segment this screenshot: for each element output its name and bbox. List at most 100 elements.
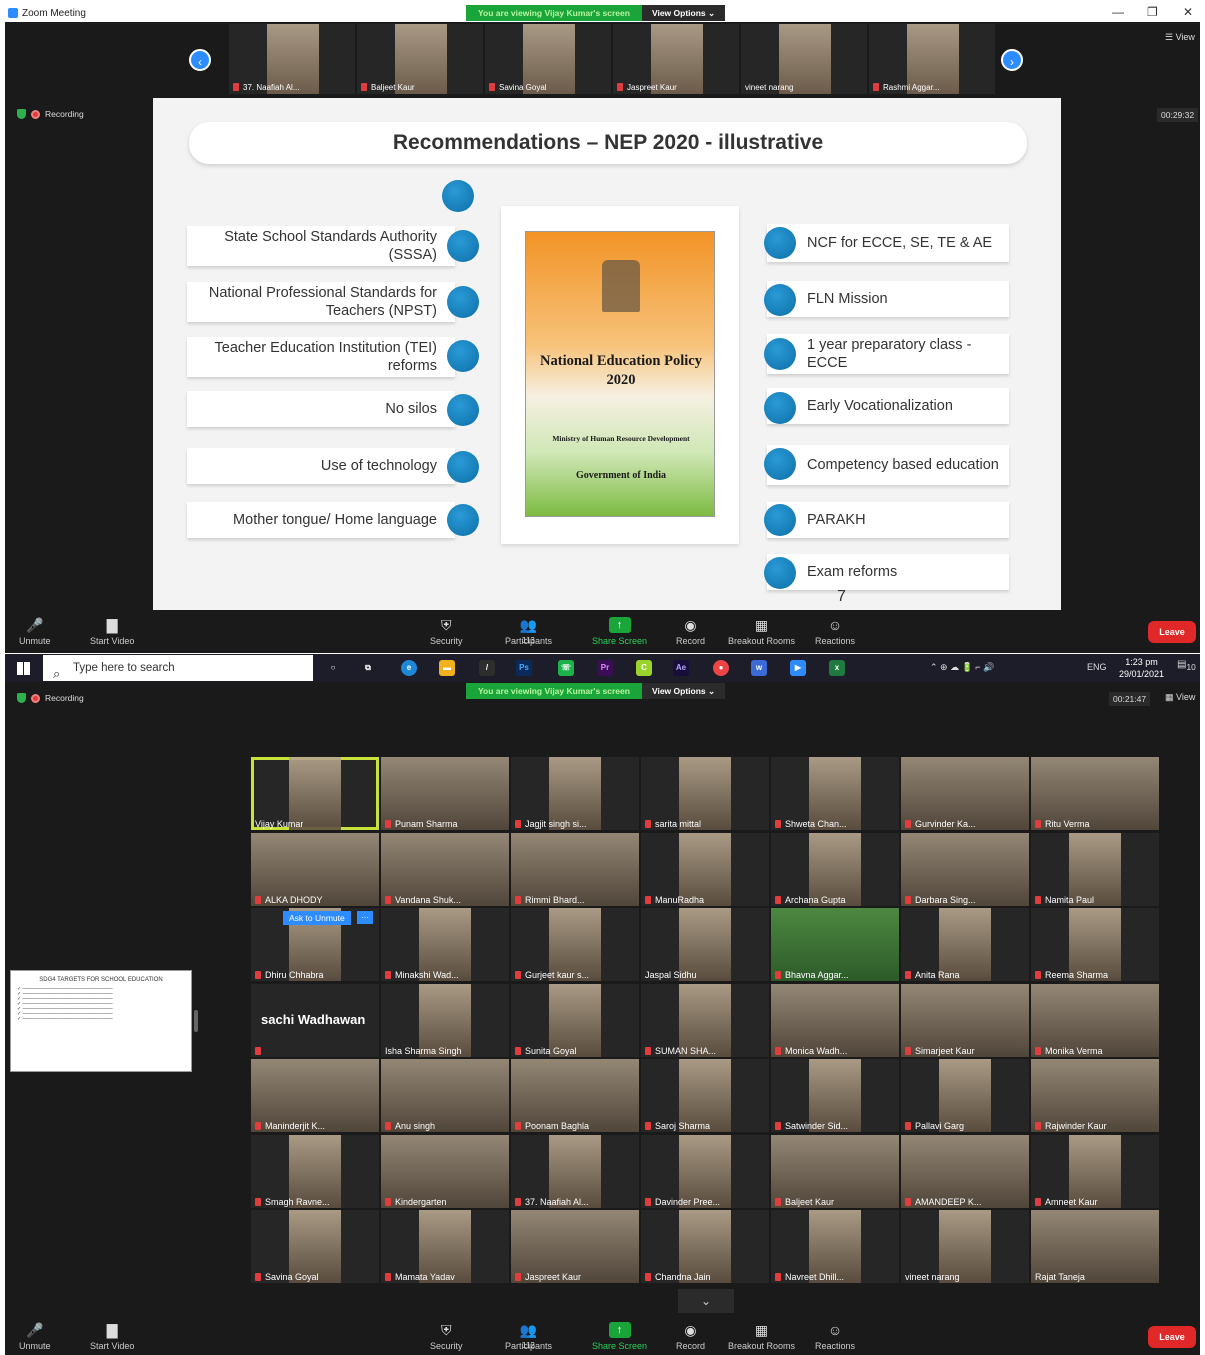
participant-tile[interactable]: ManuRadha <box>641 832 769 906</box>
reactions-button[interactable]: ☺ Reactions <box>815 1322 855 1351</box>
participant-tile[interactable]: Davinder Pree... <box>641 1134 769 1208</box>
participant-tile[interactable]: Baljeet Kaur <box>771 1134 899 1208</box>
view-button[interactable]: ☰ View <box>1165 32 1195 43</box>
participant-tile[interactable]: Navreet Dhill... <box>771 1210 899 1283</box>
windows-start-icon[interactable] <box>17 662 30 675</box>
premiere-icon[interactable]: Pr <box>597 660 613 676</box>
filmstrip-tile[interactable]: 37. Naafiah Al... <box>229 24 355 94</box>
participant-tile[interactable]: Isha Sharma Singh <box>381 983 509 1057</box>
participant-tile[interactable]: Monika Verma <box>1031 983 1159 1057</box>
participant-tile[interactable]: Smagh Ravne... <box>251 1134 379 1208</box>
participant-tile[interactable]: sachi Wadhawan <box>251 983 379 1057</box>
participants-button[interactable]: 👥113 Participants <box>505 617 552 646</box>
filmstrip-tile[interactable]: vineet narang <box>741 24 867 94</box>
participant-tile[interactable]: Rajwinder Kaur <box>1031 1059 1159 1132</box>
participant-tile[interactable]: Ask to Unmute ··· Dhiru Chhabra <box>251 908 379 981</box>
participant-tile[interactable]: Saroj Sharma <box>641 1059 769 1132</box>
participant-tile[interactable]: 37. Naafiah Al... <box>511 1134 639 1208</box>
view-options-button[interactable]: View Options ⌄ <box>641 5 726 21</box>
start-video-button[interactable]: ▇ Start Video <box>90 617 134 646</box>
participant-tile[interactable]: Rimmi Bhard... <box>511 832 639 906</box>
chrome-icon[interactable]: ● <box>713 660 729 676</box>
participant-tile[interactable]: Minakshi Wad... <box>381 908 509 981</box>
security-button[interactable]: ⛨ Security <box>430 617 463 646</box>
participant-tile[interactable]: Satwinder Sid... <box>771 1059 899 1132</box>
cortana-icon[interactable]: ○ <box>325 660 341 676</box>
participant-tile[interactable]: Jagjit singh si... <box>511 757 639 830</box>
participant-tile[interactable]: Gurvinder Ka... <box>901 757 1029 830</box>
participant-tile[interactable]: Darbara Sing... <box>901 832 1029 906</box>
app-icon[interactable]: w <box>751 660 767 676</box>
share-screen-button[interactable]: ↑ Share Screen <box>592 1322 647 1351</box>
task-view-icon[interactable]: ⧉ <box>360 660 376 676</box>
filmstrip-tile[interactable]: Rashmi Aggar... <box>869 24 995 94</box>
participant-tile[interactable]: sarita mittal <box>641 757 769 830</box>
participant-tile[interactable]: Namita Paul <box>1031 832 1159 906</box>
breakout-rooms-button[interactable]: ▦ Breakout Rooms <box>728 617 795 646</box>
participant-tile[interactable]: Ritu Verma <box>1031 757 1159 830</box>
participant-tile[interactable]: Shweta Chan... <box>771 757 899 830</box>
split-drag-handle[interactable] <box>194 1010 198 1032</box>
participant-tile[interactable]: Vandana Shuk... <box>381 832 509 906</box>
edge-icon[interactable]: e <box>401 660 417 676</box>
unmute-button[interactable]: 🎤 Unmute <box>19 1322 51 1351</box>
participant-tile[interactable]: Anu singh <box>381 1059 509 1132</box>
taskbar-search-input[interactable]: ⌕ Type here to search <box>43 655 313 681</box>
participant-tile[interactable]: Rajat Taneja <box>1031 1210 1159 1283</box>
participant-tile[interactable]: Punam Sharma <box>381 757 509 830</box>
camtasia-icon[interactable]: C <box>636 660 652 676</box>
participant-tile[interactable]: Archana Gupta <box>771 832 899 906</box>
participant-tile[interactable]: Sunita Goyal <box>511 983 639 1057</box>
reactions-button[interactable]: ☺ Reactions <box>815 617 855 646</box>
more-options-button[interactable]: ··· <box>357 911 373 924</box>
zoom-taskbar-icon[interactable]: ▶ <box>790 660 806 676</box>
close-button[interactable]: ✕ <box>1183 5 1193 19</box>
unmute-button[interactable]: 🎤 Unmute <box>19 617 51 646</box>
participant-tile[interactable]: Amneet Kaur <box>1031 1134 1159 1208</box>
participant-tile[interactable]: vineet narang <box>901 1210 1029 1283</box>
share-screen-button[interactable]: ↑ Share Screen <box>592 617 647 646</box>
participant-tile[interactable]: Simarjeet Kaur <box>901 983 1029 1057</box>
participant-tile[interactable]: Anita Rana <box>901 908 1029 981</box>
minimize-button[interactable]: — <box>1112 5 1124 19</box>
prev-page-icon[interactable]: ‹ <box>189 49 211 71</box>
participant-tile[interactable]: Maninderjit K... <box>251 1059 379 1132</box>
participant-tile[interactable]: Jaspal Sidhu <box>641 908 769 981</box>
chevron-down-icon[interactable]: ⌄ <box>678 1289 734 1313</box>
file-explorer-icon[interactable]: ▬ <box>439 660 455 676</box>
participant-tile[interactable]: ALKA DHODY <box>251 832 379 906</box>
filmstrip-tile[interactable]: Savina Goyal <box>485 24 611 94</box>
participant-tile[interactable]: Gurjeet kaur s... <box>511 908 639 981</box>
participant-tile[interactable]: Jaspreet Kaur <box>511 1210 639 1283</box>
notification-icon[interactable]: ▤10 <box>1177 659 1196 672</box>
participant-tile[interactable]: Monica Wadh... <box>771 983 899 1057</box>
participant-tile[interactable]: Mamata Yadav <box>381 1210 509 1283</box>
record-button[interactable]: ◉ Record <box>676 617 705 646</box>
filmstrip-tile[interactable]: Baljeet Kaur <box>357 24 483 94</box>
view-options-button[interactable]: View Options ⌄ <box>641 683 726 699</box>
participant-tile[interactable]: Savina Goyal <box>251 1210 379 1283</box>
next-page-icon[interactable]: › <box>1001 49 1023 71</box>
participant-tile[interactable]: Reema Sharma <box>1031 908 1159 981</box>
participant-tile[interactable]: Chandna Jain <box>641 1210 769 1283</box>
view-button[interactable]: ▦ View <box>1165 692 1195 703</box>
breakout-rooms-button[interactable]: ▦ Breakout Rooms <box>728 1322 795 1351</box>
participant-tile[interactable]: Poonam Baghla <box>511 1059 639 1132</box>
chat-icon[interactable]: ☏ <box>558 660 574 676</box>
after-effects-icon[interactable]: Ae <box>673 660 689 676</box>
app-icon[interactable]: / <box>479 660 495 676</box>
leave-button[interactable]: Leave <box>1148 621 1196 643</box>
excel-icon[interactable]: x <box>829 660 845 676</box>
taskbar-clock[interactable]: 1:23 pm 29/01/2021 <box>1119 656 1164 680</box>
system-tray-icons[interactable]: ⌃ ⊕ ☁ 🔋 ⌐ 🔊 <box>930 662 994 673</box>
filmstrip-tile[interactable]: Jaspreet Kaur <box>613 24 739 94</box>
shared-screen-thumbnail[interactable]: SDG4 TARGETS FOR SCHOOL EDUCATION ✓ ————… <box>10 970 192 1072</box>
participant-tile[interactable]: Bhavna Aggar... <box>771 908 899 981</box>
participant-tile[interactable]: AMANDEEP K... <box>901 1134 1029 1208</box>
participants-button[interactable]: 👥112 Participants <box>505 1322 552 1351</box>
photoshop-icon[interactable]: Ps <box>516 660 532 676</box>
start-video-button[interactable]: ▇ Start Video <box>90 1322 134 1351</box>
ask-to-unmute-button[interactable]: Ask to Unmute <box>283 911 351 925</box>
restore-button[interactable]: ❐ <box>1147 5 1158 19</box>
record-button[interactable]: ◉ Record <box>676 1322 705 1351</box>
